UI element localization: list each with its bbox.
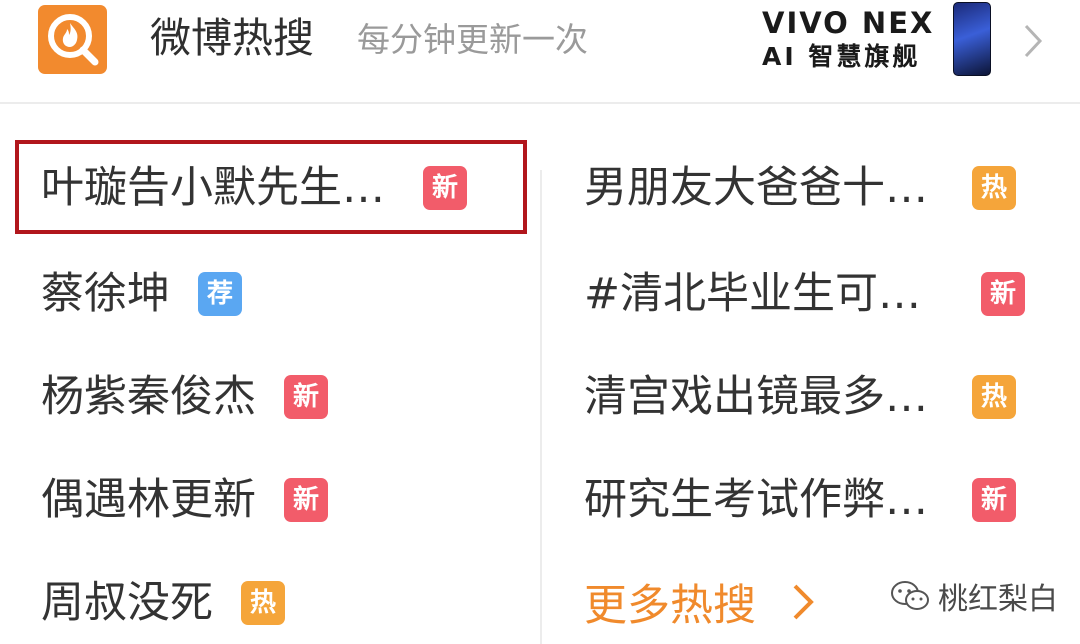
hot-search-label: 男朋友大爸爸十…: [584, 163, 928, 213]
new-badge: 新: [284, 478, 328, 522]
ad-phone-image[interactable]: [953, 2, 991, 76]
ad-brand[interactable]: VIVO NEX: [762, 7, 947, 39]
hot-search-label: 清宫戏出镜最多…: [584, 372, 928, 422]
header: 微博热搜 每分钟更新一次 VIVO NEX AI 智慧旗舰: [0, 0, 1080, 104]
watermark-text: 桃红梨白: [938, 582, 1058, 617]
new-badge: 新: [972, 478, 1016, 522]
weibo-hot-search-icon[interactable]: [38, 5, 107, 74]
hot-search-label: 杨紫秦俊杰: [41, 372, 256, 422]
more-hot-search-link[interactable]: 更多热搜: [584, 572, 816, 632]
hot-search-item[interactable]: 周叔没死 热: [41, 568, 285, 638]
watermark: 桃红梨白: [890, 576, 1058, 617]
new-badge: 新: [284, 375, 328, 419]
hot-search-item[interactable]: 蔡徐坤 荐: [41, 259, 242, 329]
hot-search-label: 偶遇林更新: [41, 475, 256, 525]
hot-search-item[interactable]: 男朋友大爸爸十… 热: [584, 153, 1016, 223]
more-hot-search-label: 更多热搜: [584, 581, 756, 631]
chevron-right-icon: [793, 584, 814, 620]
hot-search-label: 蔡徐坤: [41, 269, 170, 319]
ad-tagline[interactable]: AI 智慧旗舰: [762, 42, 920, 72]
hot-search-label: 研究生考试作弊…: [584, 475, 928, 525]
chevron-right-icon[interactable]: [1016, 22, 1050, 60]
column-divider: [540, 170, 542, 644]
hot-search-item[interactable]: 研究生考试作弊… 新: [584, 465, 1016, 535]
hot-search-label: 周叔没死: [41, 578, 213, 628]
highlight-box: [15, 140, 527, 234]
hot-badge: 热: [972, 375, 1016, 419]
new-badge: 新: [981, 272, 1026, 316]
recommended-badge: 荐: [198, 272, 242, 316]
hot-badge: 热: [241, 581, 285, 625]
hot-search-label: #清北毕业生可…: [584, 269, 922, 319]
hot-badge: 热: [972, 166, 1016, 210]
wechat-icon: [891, 581, 929, 610]
hot-search-item[interactable]: 杨紫秦俊杰 新: [41, 362, 328, 432]
hot-search-item[interactable]: 偶遇林更新 新: [41, 465, 328, 535]
hot-search-item[interactable]: 清宫戏出镜最多… 热: [584, 362, 1016, 432]
page-title: 微博热搜: [150, 14, 314, 62]
hot-search-item[interactable]: #清北毕业生可… 新: [584, 259, 1026, 329]
update-frequency-text: 每分钟更新一次: [357, 20, 588, 59]
